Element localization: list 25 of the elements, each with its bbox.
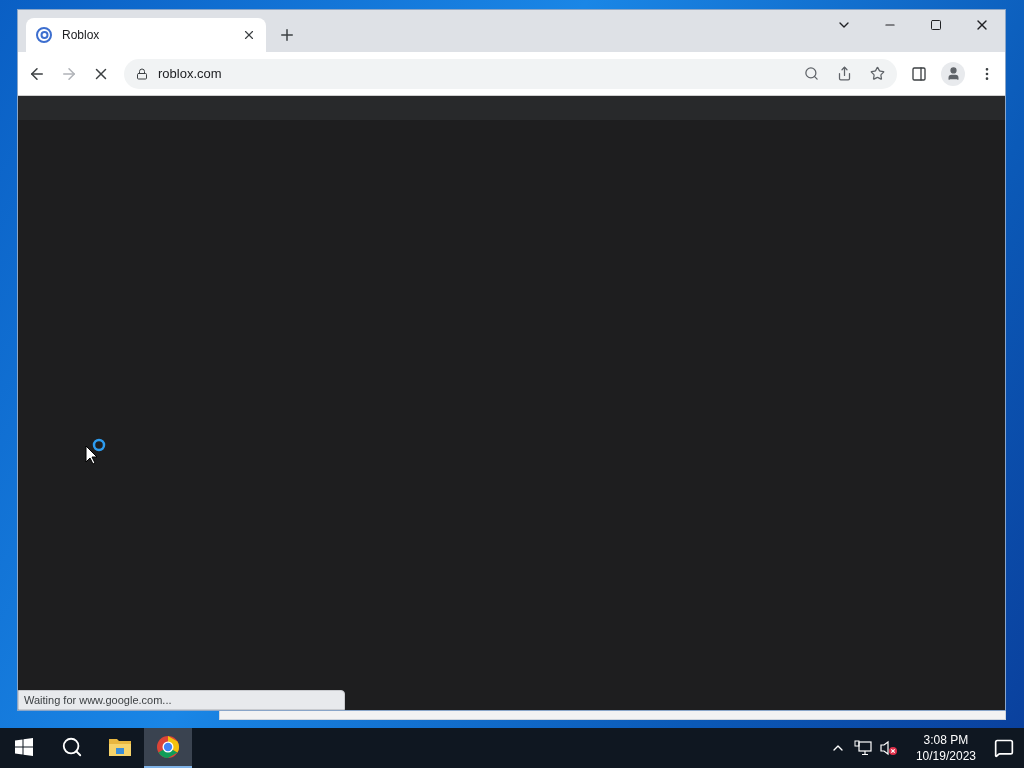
taskbar-app-button[interactable] — [144, 728, 192, 768]
side-panel-button[interactable] — [911, 65, 927, 82]
muted-speaker-icon[interactable] — [879, 740, 898, 756]
clock-date[interactable]: 10/19/2023 — [915, 748, 976, 764]
share-icon[interactable] — [837, 66, 852, 81]
lock-icon — [136, 67, 148, 80]
close-tab-button[interactable] — [242, 28, 256, 42]
address-bar[interactable]: roblox.com — [124, 58, 897, 89]
search-icon — [61, 736, 83, 758]
clock-time[interactable]: 3:08 PM — [923, 732, 969, 748]
browser-tab[interactable]: Roblox — [26, 18, 266, 52]
folder-icon — [108, 737, 132, 757]
browser-logo-icon — [156, 735, 180, 759]
status-bubble: Waiting for www.google.com... — [18, 690, 345, 710]
notifications-icon[interactable] — [994, 738, 1014, 758]
tab-title: Roblox — [62, 28, 101, 42]
windows-logo-icon — [15, 738, 33, 756]
network-icon[interactable] — [853, 740, 872, 756]
person-icon — [945, 66, 961, 81]
site-favicon-icon — [36, 27, 52, 43]
search-icon[interactable] — [804, 66, 819, 81]
profile-button[interactable] — [941, 61, 965, 86]
new-tab-button[interactable] — [278, 26, 296, 44]
bookmark-star-icon[interactable] — [870, 66, 885, 81]
maximize-icon — [930, 19, 942, 31]
